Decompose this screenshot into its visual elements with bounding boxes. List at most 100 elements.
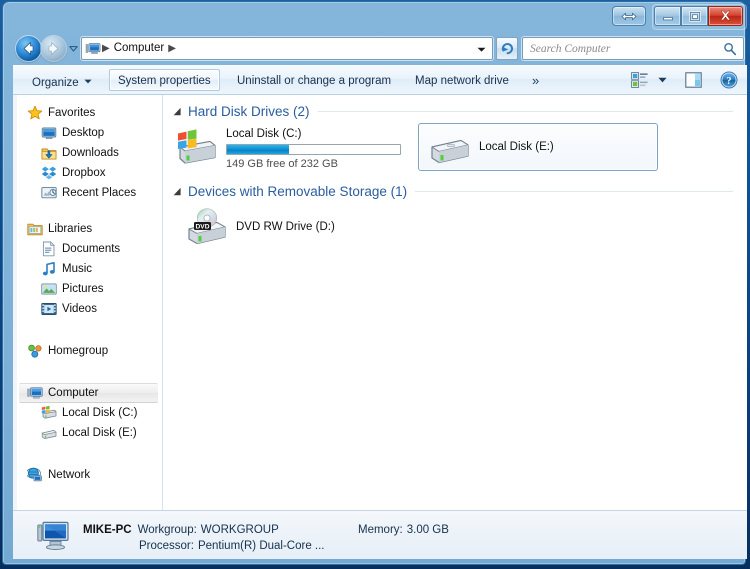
sidebar-item-network[interactable]: Network bbox=[13, 465, 162, 485]
dvd-drive-icon: DVD bbox=[188, 208, 226, 245]
content-pane[interactable]: Hard Disk Drives (2) Local Disk (C:) 149… bbox=[163, 95, 747, 510]
nav-group-computer: Computer Local Disk (C:) Local Disk (E:) bbox=[13, 383, 162, 443]
memory-block: Memory: 3.00 GB bbox=[358, 522, 449, 538]
maximize-button[interactable] bbox=[681, 6, 708, 26]
search-box[interactable]: Search Computer bbox=[522, 37, 744, 60]
help-icon: ? bbox=[720, 71, 738, 89]
sidebar-label-recent-places: Recent Places bbox=[62, 187, 137, 199]
system-properties-button[interactable]: System properties bbox=[109, 69, 220, 91]
memory-key: Memory: bbox=[358, 524, 403, 536]
breadcrumb-separator-1[interactable]: ▶ bbox=[167, 38, 177, 59]
search-input[interactable]: Search Computer bbox=[523, 43, 723, 55]
processor-key: Processor: bbox=[139, 540, 194, 552]
drive-tile-text: Local Disk (E:) bbox=[479, 140, 554, 154]
collapse-triangle-icon[interactable] bbox=[173, 187, 182, 196]
sidebar-item-libraries[interactable]: Libraries bbox=[13, 219, 162, 239]
drive-name-local-disk-c: Local Disk (C:) bbox=[226, 128, 302, 140]
sidebar-item-pictures[interactable]: Pictures bbox=[13, 279, 162, 299]
svg-text:DVD: DVD bbox=[196, 223, 210, 230]
sidebar-item-documents[interactable]: Documents bbox=[13, 239, 162, 259]
drive-name-local-disk-e: Local Disk (E:) bbox=[479, 141, 554, 153]
group-title-removable-storage: Devices with Removable Storage (1) bbox=[188, 183, 408, 199]
sidebar-item-desktop[interactable]: Desktop bbox=[13, 123, 162, 143]
preview-pane-button[interactable] bbox=[680, 67, 707, 93]
system-drive-icon bbox=[41, 405, 57, 419]
capacity-bar-local-disk-c bbox=[226, 144, 401, 155]
minimize-icon bbox=[662, 16, 673, 20]
music-icon bbox=[42, 262, 55, 276]
system-drive-icon bbox=[178, 129, 216, 164]
help-button[interactable]: ? bbox=[715, 67, 743, 93]
back-button[interactable] bbox=[16, 36, 41, 61]
drive-tile-local-disk-e[interactable]: Local Disk (E:) bbox=[418, 123, 658, 171]
drive-icon bbox=[431, 139, 469, 164]
recent-places-icon bbox=[41, 186, 57, 199]
forward-button[interactable] bbox=[41, 36, 66, 61]
uninstall-change-program-button[interactable]: Uninstall or change a program bbox=[228, 69, 400, 91]
sidebar-label-documents: Documents bbox=[62, 243, 121, 255]
overflow-label: » bbox=[532, 73, 540, 88]
sidebar-item-favorites[interactable]: Favorites bbox=[13, 103, 162, 123]
close-button[interactable] bbox=[708, 6, 743, 26]
sidebar-label-downloads: Downloads bbox=[62, 147, 119, 159]
sidebar-item-downloads[interactable]: Downloads bbox=[13, 143, 162, 163]
computer-icon bbox=[85, 42, 101, 54]
memory-value: 3.00 GB bbox=[406, 524, 449, 536]
chevron-down-icon bbox=[658, 77, 667, 83]
sidebar-item-homegroup[interactable]: Homegroup bbox=[13, 341, 162, 361]
workgroup-value: WORKGROUP bbox=[200, 524, 279, 536]
sidebar-label-favorites: Favorites bbox=[48, 107, 96, 119]
refresh-icon bbox=[501, 43, 513, 55]
sidebar-label-dropbox: Dropbox bbox=[62, 167, 106, 179]
sidebar-item-music[interactable]: Music bbox=[13, 259, 162, 279]
desktop-icon bbox=[41, 127, 57, 140]
sidebar-item-recent-places[interactable]: Recent Places bbox=[13, 183, 162, 203]
sidebar-label-homegroup: Homegroup bbox=[48, 345, 109, 357]
address-bar-row: ▶ Computer ▶ Search Computer bbox=[8, 33, 750, 65]
nav-group-network: Network bbox=[13, 465, 162, 485]
minimize-button[interactable] bbox=[654, 6, 681, 26]
sidebar-item-videos[interactable]: Videos bbox=[13, 299, 162, 319]
title-bar bbox=[8, 3, 750, 33]
change-view-dropdown-button[interactable] bbox=[653, 67, 672, 93]
drive-tile-dvd-rw[interactable]: DVD DVD RW Drive (D:) bbox=[175, 203, 415, 251]
group-header-removable-storage[interactable]: Devices with Removable Storage (1) bbox=[173, 182, 733, 200]
sidebar-label-computer: Computer bbox=[48, 387, 99, 399]
address-bar[interactable]: ▶ Computer ▶ bbox=[81, 37, 493, 60]
organize-button[interactable]: Organize bbox=[23, 69, 101, 91]
drive-icon bbox=[41, 430, 57, 439]
drive-tile-text: Local Disk (C:) 149 GB free of 232 GB bbox=[226, 127, 401, 171]
libraries-icon bbox=[27, 223, 43, 236]
navigation-scroll-track[interactable] bbox=[13, 95, 17, 510]
toolbar-overflow-button[interactable]: » bbox=[523, 69, 548, 91]
navigation-pane: Favorites Desktop Downloads Dropbox Rece… bbox=[13, 95, 163, 510]
back-arrow-icon bbox=[23, 42, 34, 55]
resize-button[interactable] bbox=[612, 6, 646, 26]
maximize-icon bbox=[688, 10, 701, 22]
sidebar-label-pictures: Pictures bbox=[62, 283, 104, 295]
change-view-button[interactable] bbox=[626, 67, 653, 93]
sidebar-item-local-disk-e[interactable]: Local Disk (E:) bbox=[13, 423, 162, 443]
organize-caret-icon bbox=[84, 70, 92, 92]
sidebar-label-local-disk-e: Local Disk (E:) bbox=[62, 427, 137, 439]
drive-tile-local-disk-c[interactable]: Local Disk (C:) 149 GB free of 232 GB bbox=[175, 123, 425, 175]
forward-arrow-icon bbox=[48, 42, 59, 55]
sidebar-item-dropbox[interactable]: Dropbox bbox=[13, 163, 162, 183]
refresh-button[interactable] bbox=[496, 37, 518, 60]
search-icon bbox=[724, 42, 737, 55]
system-properties-label: System properties bbox=[118, 75, 211, 87]
sidebar-label-desktop: Desktop bbox=[62, 127, 105, 139]
group-divider bbox=[415, 190, 733, 192]
collapse-triangle-icon[interactable] bbox=[173, 107, 182, 116]
pictures-icon bbox=[41, 283, 57, 295]
map-network-drive-button[interactable]: Map network drive bbox=[406, 69, 518, 91]
videos-icon bbox=[41, 302, 57, 316]
breadcrumb-computer[interactable]: Computer bbox=[111, 38, 168, 59]
sidebar-item-computer[interactable]: Computer bbox=[19, 383, 158, 403]
recent-pages-dropdown-icon[interactable] bbox=[69, 44, 78, 53]
computer-name: MIKE-PC bbox=[83, 524, 132, 536]
sidebar-item-local-disk-c[interactable]: Local Disk (C:) bbox=[13, 403, 162, 423]
nav-group-favorites: Favorites Desktop Downloads Dropbox Rece… bbox=[13, 103, 162, 203]
address-history-dropdown-icon[interactable] bbox=[477, 47, 486, 52]
group-header-hard-disk-drives[interactable]: Hard Disk Drives (2) bbox=[173, 102, 733, 120]
